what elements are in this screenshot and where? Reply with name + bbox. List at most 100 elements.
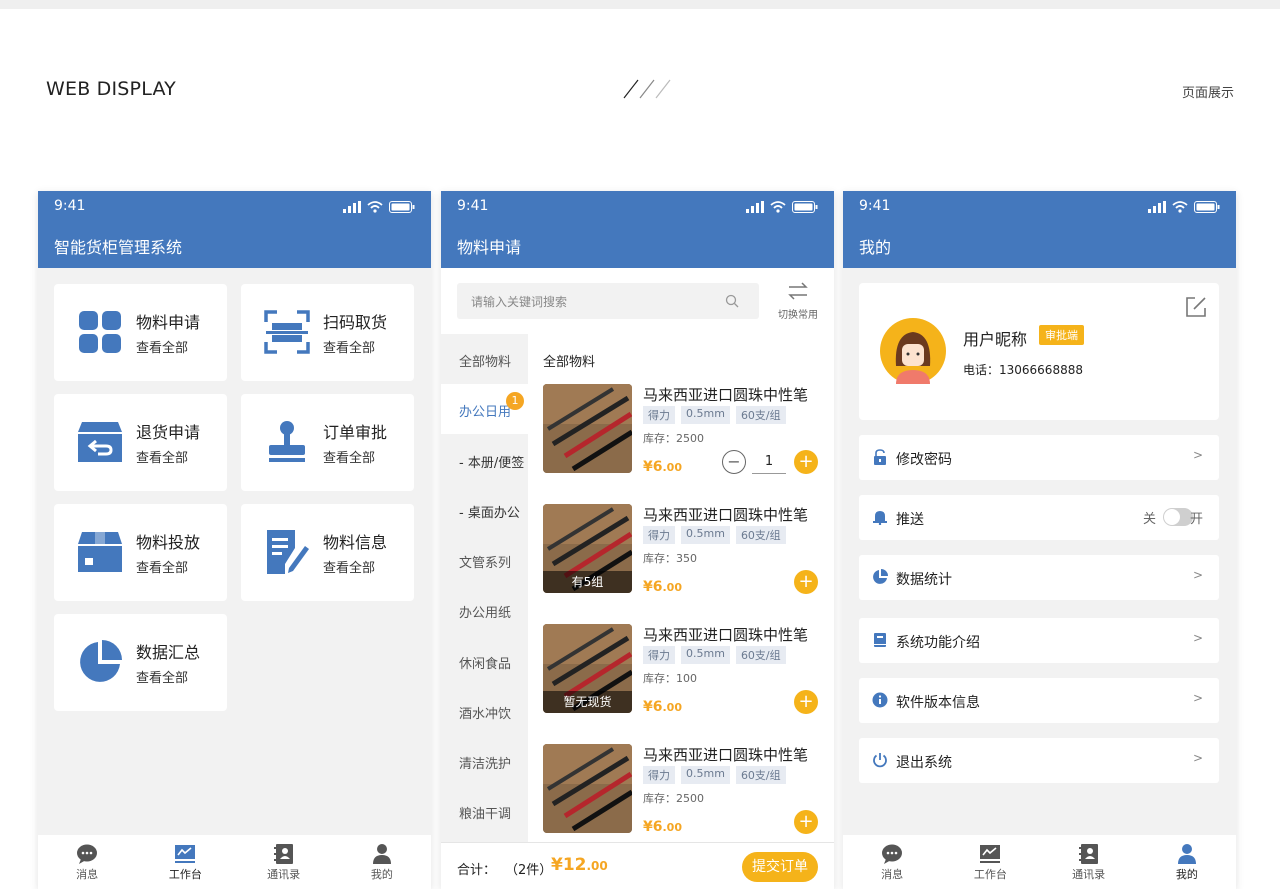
switch-common-button[interactable]: 切换常用	[776, 282, 820, 321]
card-data-summary[interactable]: 数据汇总 查看全部	[54, 614, 227, 711]
menu-logout[interactable]: 退出系统 >	[859, 738, 1219, 783]
tag-brand: 得力	[643, 646, 675, 664]
menu-label: 软件版本信息	[896, 695, 980, 711]
product-item[interactable]: 有5组 马来西亚进口圆珠中性笔 得力 0.5mm 60支/组 库存：350 ¥6…	[528, 504, 834, 624]
product-tags: 得力 0.5mm 60支/组	[643, 646, 786, 664]
add-button[interactable]: +	[794, 810, 818, 834]
product-list: 全部物料 马来西亚进口圆珠中性笔 得力 0.5mm 60支/组 库存：2500 …	[528, 334, 834, 842]
card-sub: 查看全部	[136, 451, 189, 466]
contacts-icon	[273, 844, 293, 864]
category-item[interactable]: 办公用纸	[441, 585, 528, 635]
total-price: ¥12.00	[551, 855, 608, 875]
navbar: 我的	[843, 221, 1236, 268]
product-item[interactable]: 马来西亚进口圆珠中性笔 得力 0.5mm 60支/组 库存：2500 ¥6.00…	[528, 384, 834, 504]
menu-label: 退出系统	[896, 755, 952, 771]
product-stock: 库存：100	[643, 672, 697, 685]
tab-mine[interactable]: 我的	[333, 835, 431, 889]
category-item[interactable]: 文管系列	[441, 535, 528, 585]
phone-home: 9:41 智能货柜管理系统 物料申请 查看全部 扫码取货 查看全部 退货申请 查…	[38, 191, 431, 889]
category-item[interactable]: 清洁洗护	[441, 736, 528, 786]
user-phone: 电话：13066668888	[963, 363, 1083, 377]
card-material-dispatch[interactable]: 物料投放 查看全部	[54, 504, 227, 601]
tab-contacts[interactable]: 通讯录	[1040, 835, 1138, 889]
scan-icon	[264, 310, 310, 354]
card-return-apply[interactable]: 退货申请 查看全部	[54, 394, 227, 491]
tag-size: 0.5mm	[681, 646, 730, 664]
product-item[interactable]: 马来西亚进口圆珠中性笔 得力 0.5mm 60支/组 库存：2500 ¥6.00…	[528, 744, 834, 842]
add-button[interactable]: +	[794, 570, 818, 594]
avatar	[880, 318, 946, 384]
card-order-approval[interactable]: 订单审批 查看全部	[241, 394, 414, 491]
tag-size: 0.5mm	[681, 766, 730, 784]
card-material-info[interactable]: 物料信息 查看全部	[241, 504, 414, 601]
battery-icon	[792, 201, 818, 213]
push-toggle[interactable]	[1163, 508, 1193, 526]
dashboard-icon	[175, 845, 196, 863]
wifi-icon	[1172, 201, 1188, 213]
product-item[interactable]: 暂无现货 马来西亚进口圆珠中性笔 得力 0.5mm 60支/组 库存：100 ¥…	[528, 624, 834, 744]
quantity-field[interactable]: 1	[752, 450, 786, 474]
tag-size: 0.5mm	[681, 406, 730, 424]
signal-icon	[1148, 201, 1166, 213]
pie-chart-icon	[80, 640, 122, 682]
tab-label: 工作台	[973, 868, 1007, 881]
add-button[interactable]: +	[794, 690, 818, 714]
tab-messages[interactable]: 消息	[843, 835, 941, 889]
search-placeholder: 请输入关键词搜索	[471, 295, 568, 309]
product-stock: 库存：2500	[643, 792, 704, 805]
tab-label: 工作台	[168, 868, 202, 881]
add-button[interactable]: +	[794, 450, 818, 474]
wifi-icon	[770, 201, 786, 213]
category-item[interactable]: - 桌面办公	[441, 485, 528, 535]
contacts-icon	[1078, 844, 1098, 864]
category-item[interactable]: - 本册/便签	[441, 435, 528, 485]
menu-feature-intro[interactable]: 系统功能介绍 >	[859, 618, 1219, 663]
card-scan-pickup[interactable]: 扫码取货 查看全部	[241, 284, 414, 381]
decrease-button[interactable]: −	[722, 450, 746, 474]
status-bar: 9:41	[38, 191, 431, 221]
tag-brand: 得力	[643, 406, 675, 424]
tab-mine[interactable]: 我的	[1138, 835, 1236, 889]
search-input[interactable]: 请输入关键词搜索	[457, 283, 759, 319]
edit-doc-icon	[267, 530, 309, 574]
tab-label: 消息	[76, 868, 99, 881]
tab-contacts[interactable]: 通讯录	[235, 835, 333, 889]
tab-messages[interactable]: 消息	[38, 835, 136, 889]
power-icon	[873, 753, 887, 768]
menu-push: 推送 关 开	[859, 495, 1219, 540]
signal-icon	[343, 201, 361, 213]
tab-label: 我的	[370, 868, 393, 881]
category-item[interactable]: 休闲食品	[441, 636, 528, 686]
tab-workbench[interactable]: 工作台	[941, 835, 1039, 889]
menu-data-stats[interactable]: 数据统计 >	[859, 555, 1219, 600]
tab-bar: 消息 工作台 通讯录 我的	[38, 835, 431, 889]
image-overlay-label: 有5组	[543, 571, 632, 593]
category-badge: 1	[506, 392, 524, 410]
card-sub: 查看全部	[323, 451, 376, 466]
menu-version-info[interactable]: 软件版本信息 >	[859, 678, 1219, 723]
submit-order-button[interactable]: 提交订单	[742, 852, 818, 882]
chevron-right-icon: >	[1192, 568, 1203, 582]
tab-workbench[interactable]: 工作台	[136, 835, 234, 889]
user-nickname: 用户昵称	[963, 330, 1028, 349]
toggle-off-label: 关	[1142, 512, 1156, 527]
bell-icon	[873, 511, 887, 525]
category-item[interactable]: 全部物料	[441, 334, 528, 384]
item-count: （2件）	[505, 863, 553, 878]
product-name: 马来西亚进口圆珠中性笔	[643, 626, 809, 644]
category-item[interactable]: 酒水冲饮	[441, 686, 528, 736]
card-title: 数据汇总	[136, 643, 201, 662]
category-item-active[interactable]: 办公日用 1	[441, 384, 528, 434]
edit-icon[interactable]	[1185, 296, 1207, 318]
header-title: WEB DISPLAY	[46, 78, 176, 100]
wifi-icon	[367, 201, 383, 213]
card-material-apply[interactable]: 物料申请 查看全部	[54, 284, 227, 381]
menu-change-password[interactable]: 修改密码 >	[859, 435, 1219, 480]
product-stock: 库存：350	[643, 552, 697, 565]
profile-card: 用户昵称 审批端 电话：13066668888	[859, 283, 1219, 420]
status-bar: 9:41	[843, 191, 1236, 221]
lock-icon	[874, 449, 886, 465]
product-tags: 得力 0.5mm 60支/组	[643, 406, 786, 424]
pen-image-icon	[543, 384, 632, 473]
category-item[interactable]: 粮油干调	[441, 786, 528, 836]
